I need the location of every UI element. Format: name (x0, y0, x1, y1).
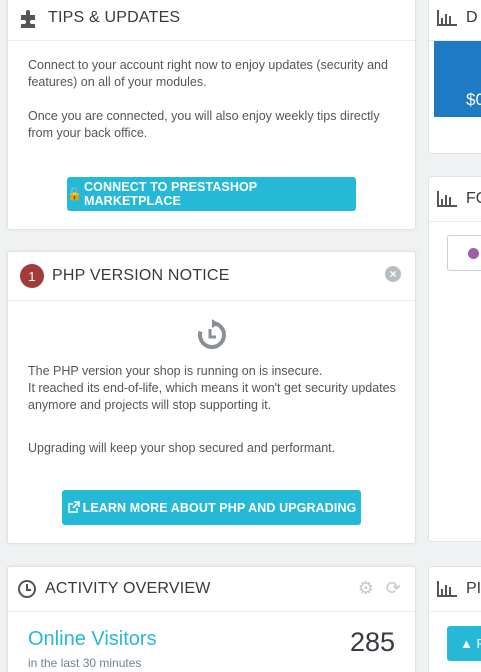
dashboard-panel-header: D (429, 0, 481, 41)
php-notice-title: PHP VERSION NOTICE (52, 267, 230, 284)
dashboard-panel-title: D (466, 8, 478, 26)
online-visitors-subtitle: in the last 30 minutes (28, 656, 142, 670)
forecast-panel-header: FO (429, 177, 481, 222)
php-notice-line-1: The PHP version your shop is running on … (28, 364, 323, 378)
external-link-icon (67, 501, 80, 513)
tips-title: TIPS & UPDATES (48, 8, 181, 26)
notification-badge: 1 (20, 264, 44, 288)
tips-paragraph-1: Connect to your account right now to enj… (28, 58, 388, 89)
flame-icon: ▲ (460, 636, 473, 651)
bar-chart-icon (437, 581, 457, 597)
activity-panel-header: ACTIVITY OVERVIEW (8, 567, 415, 612)
forecast-panel: FO (428, 176, 481, 542)
learn-more-php-label: LEARN MORE ABOUT PHP AND UPGRADING (82, 500, 357, 515)
dashboard-value-tile: $0 (434, 41, 481, 117)
puzzle-icon (21, 9, 35, 28)
learn-more-php-button[interactable]: LEARN MORE ABOUT PHP AND UPGRADING (62, 490, 361, 525)
forecast-panel-title: FO (466, 190, 481, 207)
dashboard-panel: D $0 (428, 0, 481, 154)
clock-icon (18, 580, 36, 598)
refresh-icon[interactable]: ⟳ (386, 579, 401, 597)
products-button[interactable]: ▲ P (447, 626, 481, 661)
php-notice-line-2: It reached its end-of-life, which means … (28, 381, 396, 412)
unlock-icon: 🔓 (67, 187, 83, 201)
php-notice-body: The PHP version your shop is running on … (28, 363, 397, 457)
online-visitors-count: 285 (349, 627, 395, 657)
connect-marketplace-label: CONNECT TO PRESTASHOP MARKETPLACE (84, 180, 258, 208)
online-visitors-label[interactable]: Online Visitors (28, 628, 157, 651)
tips-body: Connect to your account right now to enj… (28, 57, 397, 142)
tips-panel-header: TIPS & UPDATES (8, 0, 415, 41)
activity-overview-panel: ACTIVITY OVERVIEW ⚙ ⟳ Online Visitors 28… (7, 566, 416, 672)
activity-tools: ⚙ ⟳ (358, 579, 401, 597)
products-panel-title: PI (466, 580, 481, 597)
products-panel-header: PI (429, 567, 481, 612)
connect-marketplace-button[interactable]: 🔓 CONNECT TO PRESTASHOP MARKETPLACE (67, 177, 356, 211)
tips-paragraph-2: Once you are connected, you will also en… (28, 109, 380, 140)
bar-chart-icon (437, 9, 457, 26)
php-panel-header: 1 PHP VERSION NOTICE (8, 252, 415, 301)
activity-title: ACTIVITY OVERVIEW (45, 580, 211, 597)
gear-icon[interactable]: ⚙ (358, 579, 374, 597)
close-icon[interactable]: × (385, 266, 401, 282)
products-button-label: P (477, 636, 481, 651)
php-version-notice-panel: 1 PHP VERSION NOTICE × The PHP version y… (7, 251, 416, 544)
php-notice-line-3: Upgrading will keep your shop secured an… (28, 441, 336, 455)
legend-dot (468, 248, 479, 259)
bar-chart-icon (437, 191, 457, 207)
forecast-select[interactable] (447, 235, 481, 271)
tips-updates-panel: TIPS & UPDATES Connect to your account r… (7, 0, 416, 230)
products-panel: PI ▲ P (428, 566, 481, 672)
history-icon (198, 319, 226, 349)
